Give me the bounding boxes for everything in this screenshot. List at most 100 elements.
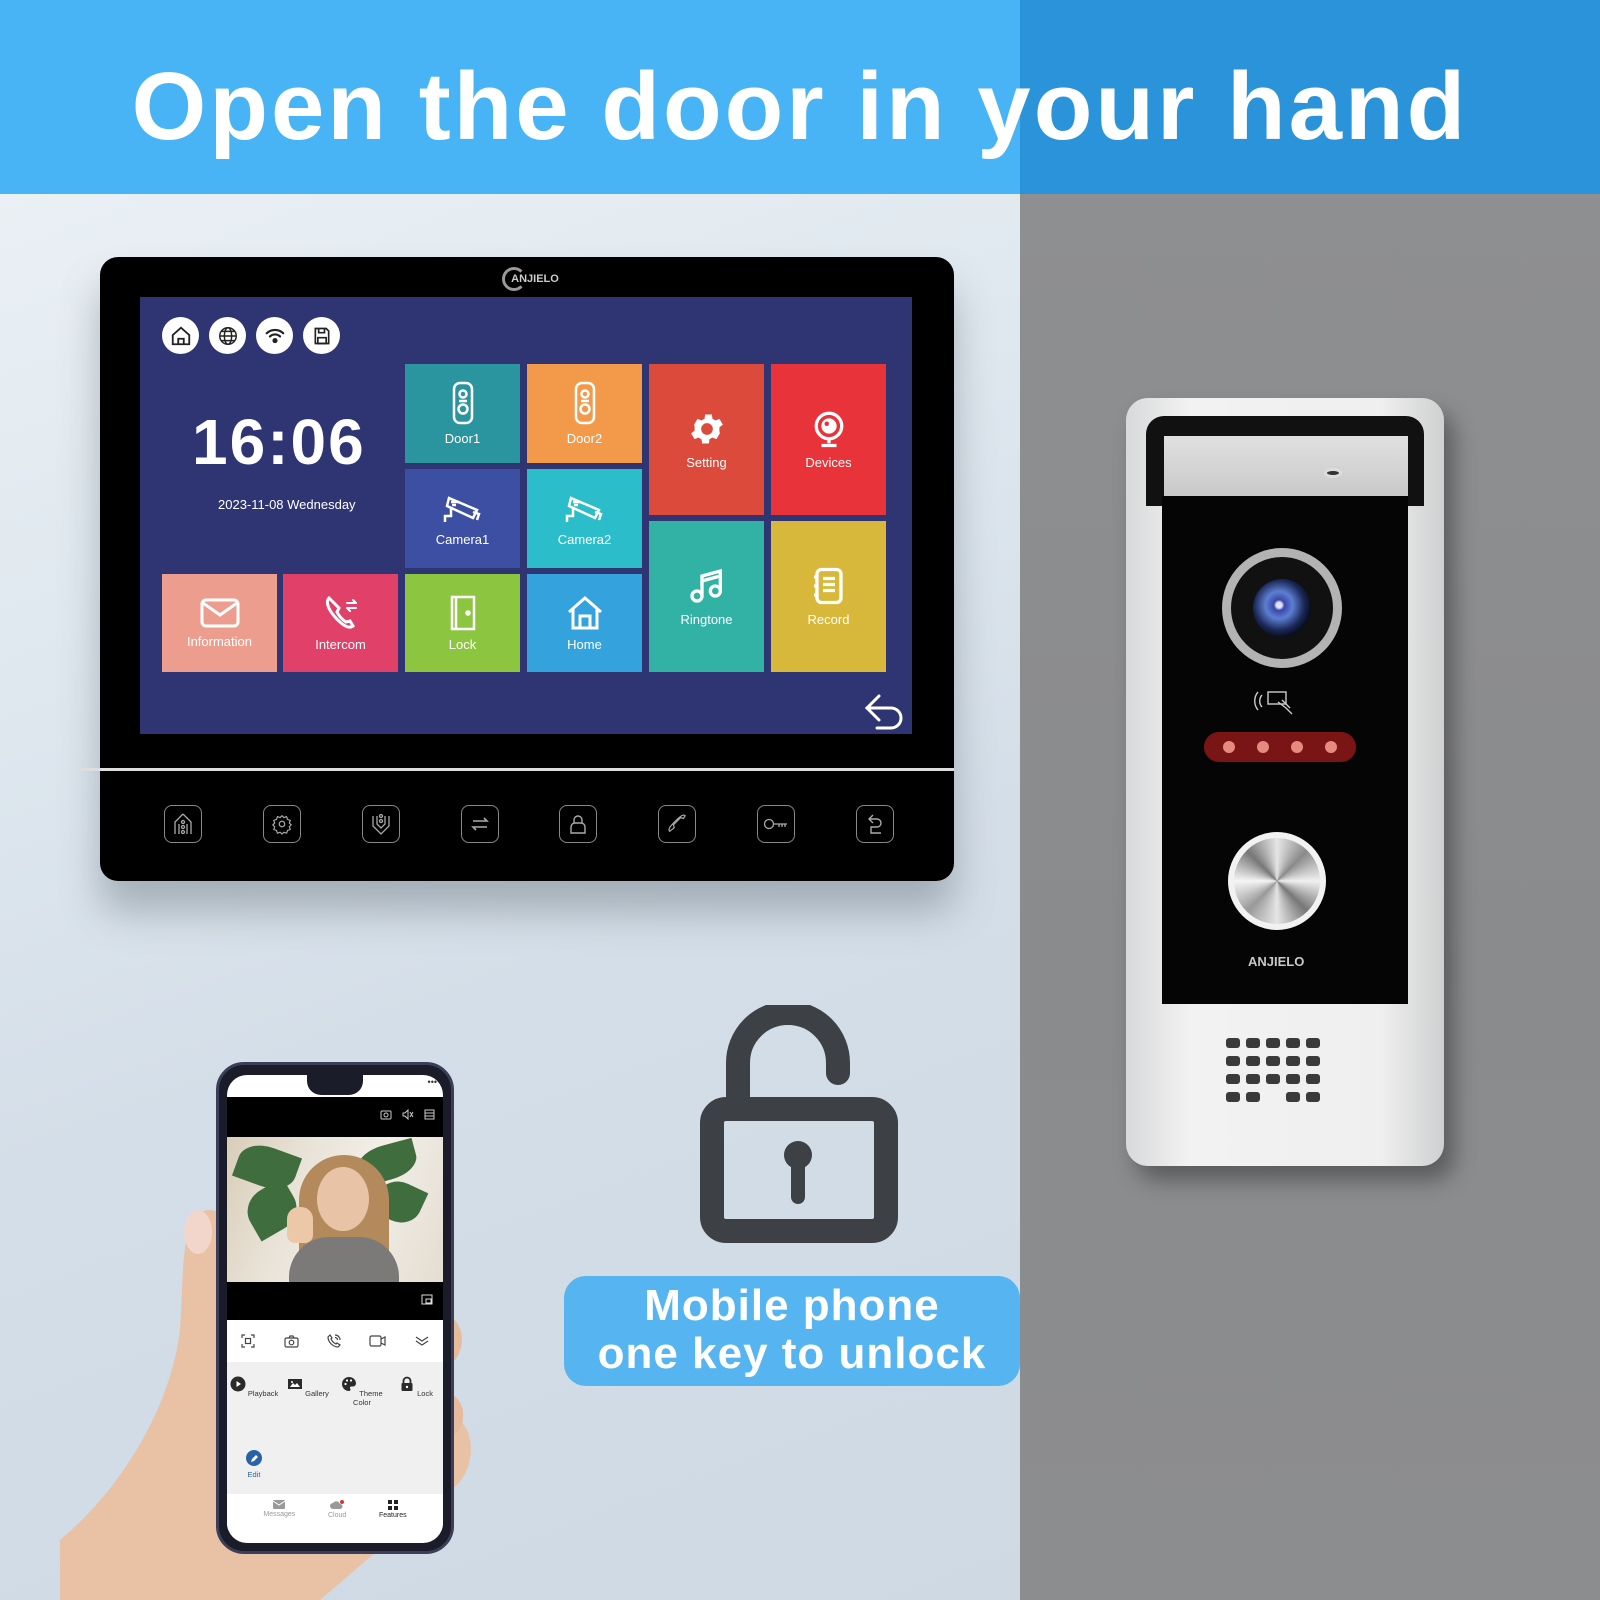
tile-door1[interactable]: Door1 — [405, 364, 520, 463]
feature-theme-color[interactable]: Theme Color — [335, 1376, 389, 1407]
user-key-icon[interactable] — [559, 805, 598, 843]
tile-ringtone[interactable]: Ringtone — [649, 521, 764, 672]
feature-playback[interactable]: Playback — [227, 1376, 281, 1398]
grille-hole — [1306, 1074, 1320, 1084]
mute-icon[interactable] — [402, 1109, 414, 1120]
lens — [1253, 579, 1311, 637]
grille-hole — [1266, 1074, 1280, 1084]
grille-hole — [1246, 1038, 1260, 1048]
tile-camera2[interactable]: Camera2 — [527, 469, 642, 568]
nav-messages[interactable]: Messages — [263, 1494, 295, 1530]
back-arrow-icon[interactable] — [863, 692, 907, 730]
tile-information[interactable]: Information — [162, 574, 277, 672]
station-logo: ANJIELO — [1248, 954, 1304, 969]
station-brand: ANJIELO — [1248, 954, 1305, 969]
call-icon[interactable] — [327, 1334, 341, 1348]
video-icon[interactable] — [369, 1335, 386, 1347]
more-dots-icon[interactable]: ••• — [428, 1077, 437, 1087]
tile-setting[interactable]: Setting — [649, 364, 764, 515]
grille-hole — [1226, 1092, 1240, 1102]
grille-hole — [1246, 1074, 1260, 1084]
monitor-logo: ANJIELO — [500, 265, 570, 295]
pip-icon[interactable] — [421, 1294, 433, 1305]
tile-door2[interactable]: Door2 — [527, 364, 642, 463]
grille-hole — [1286, 1038, 1300, 1048]
tile-camera1[interactable]: Camera1 — [405, 469, 520, 568]
monitor-divider — [82, 768, 954, 771]
grille-hole — [1286, 1056, 1300, 1066]
transfer-key-icon[interactable] — [460, 805, 499, 843]
tile-record[interactable]: Record — [771, 521, 886, 672]
monitor-screen: 16:06 2023-11-08 Wednesday Door1 Door2 S… — [140, 297, 912, 734]
tile-label: Door1 — [444, 431, 481, 446]
palette-icon — [342, 1377, 357, 1391]
feature-lock[interactable]: Lock — [389, 1376, 443, 1398]
led-icon — [1223, 741, 1235, 753]
grille-hole — [1226, 1056, 1240, 1066]
grille-hole — [1286, 1074, 1300, 1084]
caption-line2: one key to unlock — [597, 1329, 987, 1378]
save-icon[interactable] — [303, 317, 340, 354]
tile-label: Record — [807, 612, 850, 627]
tile-home[interactable]: Home — [527, 574, 642, 672]
tile-label: Setting — [686, 455, 727, 470]
fullscreen-icon[interactable] — [241, 1334, 255, 1348]
camera-icon[interactable] — [283, 1334, 299, 1348]
collapse-icon[interactable] — [415, 1336, 429, 1346]
settings-key-icon[interactable] — [262, 805, 301, 843]
mail-icon — [273, 1500, 286, 1509]
feature-gallery[interactable]: Gallery — [281, 1376, 335, 1398]
grille-hole — [1286, 1092, 1300, 1102]
phone-notch — [307, 1075, 363, 1095]
edit-button[interactable]: Edit — [227, 1450, 281, 1479]
monitor-key-icon[interactable] — [164, 805, 202, 843]
smartphone: ••• Playback Gallery Theme Color Lock Ed… — [216, 1062, 454, 1554]
station-top-panel — [1164, 436, 1408, 496]
led-icon — [1291, 741, 1303, 753]
hardware-keys — [164, 805, 894, 843]
unlock-key-icon[interactable] — [757, 805, 796, 843]
tile-devices[interactable]: Devices — [771, 364, 886, 515]
nav-cloud[interactable]: Cloud — [328, 1494, 346, 1530]
nav-label: Cloud — [327, 1512, 347, 1519]
snapshot-icon[interactable] — [380, 1109, 392, 1120]
call-button[interactable] — [1228, 832, 1326, 930]
person-face — [317, 1167, 369, 1231]
gear-icon — [690, 414, 723, 444]
back-key-icon[interactable] — [855, 805, 894, 843]
home-icon[interactable] — [162, 317, 199, 354]
call-key-icon[interactable] — [658, 805, 697, 843]
layout-icon[interactable] — [424, 1109, 435, 1120]
pencil-icon — [246, 1450, 262, 1466]
tile-lock[interactable]: Lock — [405, 574, 520, 672]
tile-intercom[interactable]: Intercom — [283, 574, 398, 672]
tile-label: Information — [186, 633, 253, 649]
indoor-monitor: ANJIELO 16:06 2023-11-08 Wednesday Door1 — [82, 257, 954, 881]
person-body — [289, 1237, 399, 1282]
cloud-icon — [330, 1500, 345, 1509]
unlocked-padlock-icon — [700, 1005, 898, 1243]
status-icons — [162, 317, 340, 354]
nav-label: Features — [379, 1512, 407, 1519]
door-station: ANJIELO — [1126, 398, 1444, 1166]
wifi-icon[interactable] — [256, 317, 293, 354]
video-footer — [227, 1282, 443, 1320]
grille-hole — [1266, 1056, 1280, 1066]
feature-label: Playback — [247, 1389, 279, 1398]
tile-label: Lock — [448, 636, 477, 652]
intercom-key-icon[interactable] — [361, 805, 400, 843]
features-grid: Playback Gallery Theme Color Lock Edit — [227, 1362, 443, 1494]
play-icon — [230, 1376, 246, 1392]
grille-hole — [1306, 1056, 1320, 1066]
station-front-panel: ANJIELO — [1162, 496, 1408, 1004]
banner-title: Open the door in your hand — [131, 53, 1469, 160]
nav-features[interactable]: Features — [379, 1494, 407, 1530]
live-video-feed[interactable] — [227, 1137, 443, 1282]
phone-transfer-icon — [325, 595, 357, 629]
app-header — [227, 1097, 443, 1137]
doorbell-icon — [574, 381, 595, 425]
webcam-icon — [814, 411, 843, 448]
globe-icon[interactable] — [209, 317, 246, 354]
caption-line1: Mobile phone — [644, 1281, 940, 1330]
led-icon — [1257, 741, 1269, 753]
